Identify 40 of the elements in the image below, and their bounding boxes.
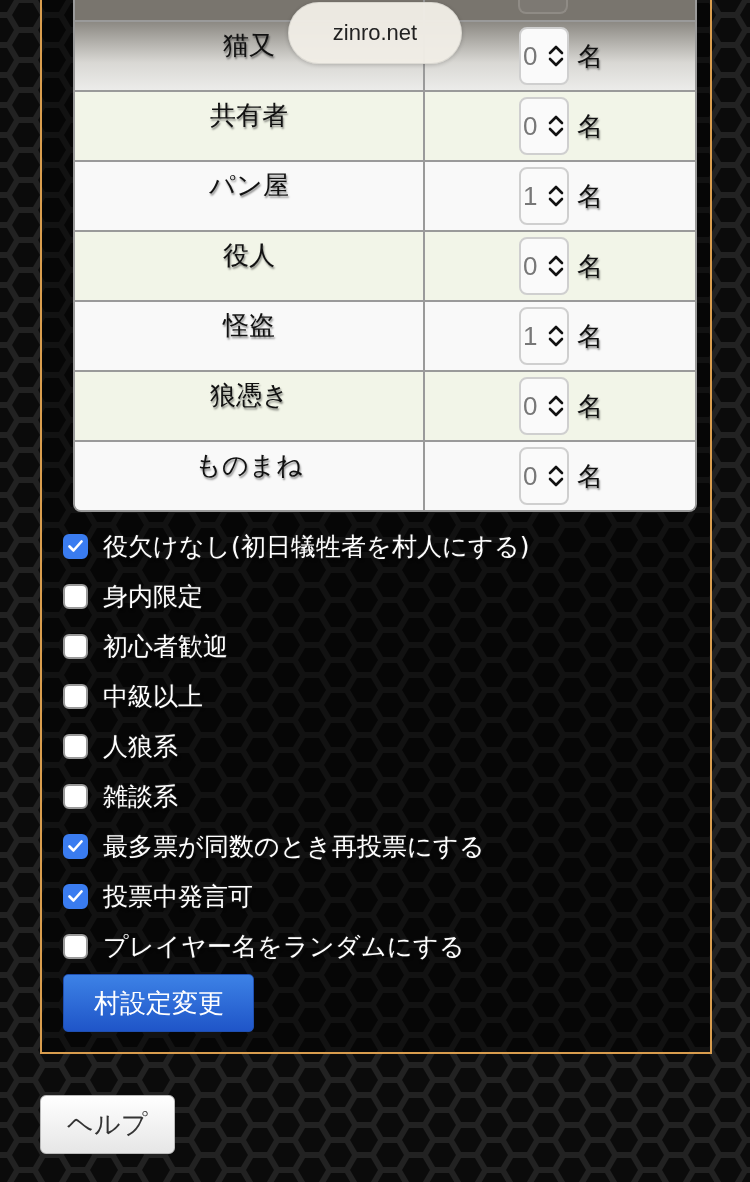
option-label[interactable]: 役欠けなし(初日犠牲者を村人にする) xyxy=(103,529,530,563)
count-stepper[interactable]: 0 xyxy=(519,237,569,295)
table-cell: 共有者 xyxy=(75,92,425,160)
up-down-chevron-icon xyxy=(548,464,564,488)
url-pill[interactable]: zinro.net xyxy=(288,2,462,64)
up-down-chevron-icon xyxy=(548,254,564,278)
up-down-chevron-icon xyxy=(548,114,564,138)
unit-label: 名 xyxy=(577,319,603,353)
option-label[interactable]: 雑談系 xyxy=(103,779,178,813)
unit-label: 名 xyxy=(577,459,603,493)
checkmark-icon xyxy=(68,540,83,552)
help-button[interactable]: ヘルプ xyxy=(40,1095,175,1154)
checkmark-icon xyxy=(68,840,83,852)
option-label[interactable]: 投票中発言可 xyxy=(103,879,253,913)
option-label[interactable]: 身内限定 xyxy=(103,579,203,613)
option-label[interactable]: 中級以上 xyxy=(103,679,203,713)
table-cell: 狼憑き xyxy=(75,372,425,440)
unit-label: 名 xyxy=(577,249,603,283)
count-stepper[interactable]: 0 xyxy=(519,97,569,155)
up-down-chevron-icon xyxy=(548,184,564,208)
option-label[interactable]: 初心者歓迎 xyxy=(103,629,228,663)
option-label[interactable]: 最多票が同数のとき再投票にする xyxy=(103,829,485,863)
table-cell: ものまね xyxy=(75,442,425,510)
count-stepper[interactable]: 1 xyxy=(519,307,569,365)
option-label[interactable]: 人狼系 xyxy=(103,729,178,763)
up-down-chevron-icon xyxy=(548,44,564,68)
option-label[interactable]: プレイヤー名をランダムにする xyxy=(103,929,465,963)
unit-label: 名 xyxy=(577,109,603,143)
unit-label: 名 xyxy=(577,389,603,423)
count-stepper[interactable]: 0 xyxy=(519,27,569,85)
checkmark-icon xyxy=(68,890,83,902)
up-down-chevron-icon xyxy=(548,324,564,348)
count-stepper[interactable]: 0 xyxy=(519,447,569,505)
count-stepper[interactable]: 0 xyxy=(519,377,569,435)
table-cell: 役人 xyxy=(75,232,425,300)
count-stepper[interactable]: 1 xyxy=(519,167,569,225)
save-settings-button[interactable]: 村設定変更 xyxy=(63,974,254,1032)
unit-label: 名 xyxy=(577,179,603,213)
unit-label: 名 xyxy=(577,39,603,73)
up-down-chevron-icon xyxy=(548,394,564,418)
